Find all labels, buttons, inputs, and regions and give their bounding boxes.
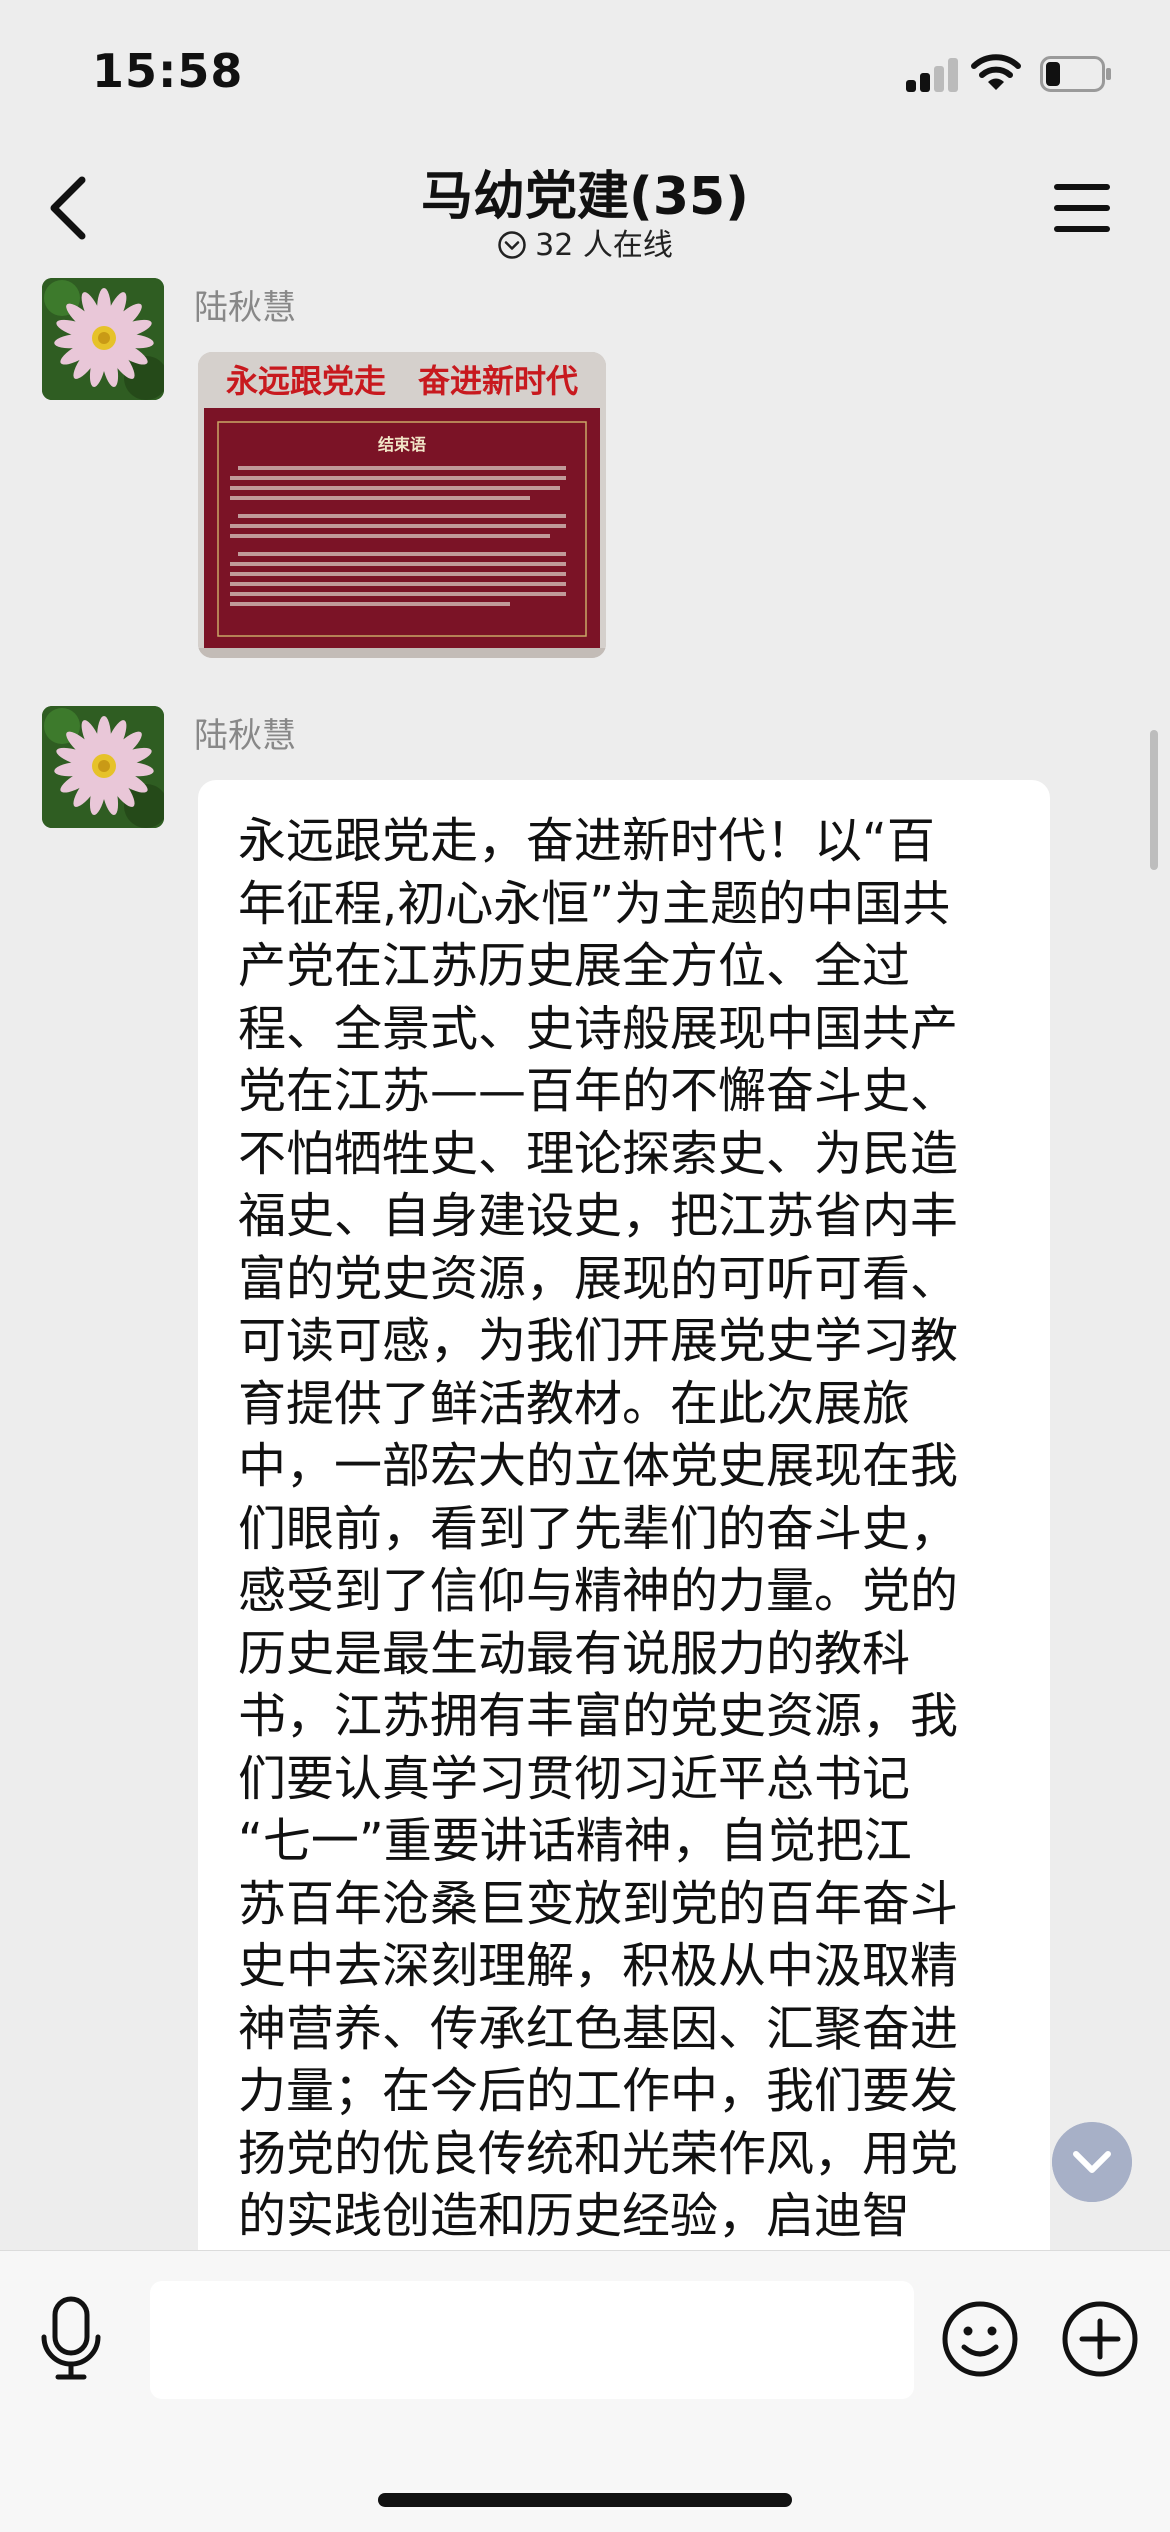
chat-title: 马幼党建(35) xyxy=(421,167,749,227)
message-line: 感受到了信仰与精神的力量。党的 xyxy=(238,1563,959,1619)
sender-avatar[interactable] xyxy=(42,706,164,828)
home-indicator xyxy=(378,2493,792,2507)
message-line: 年征程,初心永恒”为主题的中国共 xyxy=(238,875,951,932)
message-line: 们要认真学习贯彻习近平总书记 xyxy=(238,1750,911,1807)
chat-screen: 15:58 马幼党建(35) 32 人在线 陆秋慧 永远跟党走 奋进新时代 结束… xyxy=(0,0,1170,2532)
input-bar xyxy=(0,2250,1170,2532)
status-bar: 15:58 xyxy=(0,0,1170,140)
scroll-indicator[interactable] xyxy=(1150,730,1158,870)
message-line: 苏百年沧桑巨变放到党的百年奋斗 xyxy=(238,1875,959,1932)
status-time: 15:58 xyxy=(92,44,244,98)
message-line: 历史是最生动最有说服力的教科 xyxy=(238,1625,911,1682)
sender-avatar[interactable] xyxy=(42,278,164,400)
message-input[interactable] xyxy=(150,2281,914,2399)
message-line: 永远跟党走，奋进新时代！以“百 xyxy=(238,813,935,869)
image-heading-text: 结束语 xyxy=(377,435,426,454)
cellular-signal-icon xyxy=(906,58,958,92)
scroll-to-bottom-button[interactable] xyxy=(1052,2122,1132,2202)
message-line: 可读可感，为我们开展党史学习教 xyxy=(238,1313,959,1369)
message-line: 扬党的优良传统和光荣作风，用党 xyxy=(238,2125,959,2182)
message-line: 育提供了鲜活教材。在此次展旅 xyxy=(238,1375,911,1432)
battery-icon xyxy=(1040,56,1111,92)
sender-name: 陆秋慧 xyxy=(194,288,296,328)
daisy-avatar-image xyxy=(42,706,164,828)
plus-circle-icon[interactable] xyxy=(1060,2299,1140,2379)
message-line: 书，江苏拥有丰富的党史资源，我 xyxy=(238,1688,959,1744)
message-line: 神营养、传承红色基因、汇聚奋进 xyxy=(238,2000,959,2057)
message-line: 力量；在今后的工作中，我们要发 xyxy=(238,2063,959,2119)
chevron-down-circle-icon xyxy=(498,231,526,259)
message-line: 富的党史资源，展现的可听可看、 xyxy=(238,1250,959,1307)
message-line: 福史、自身建设史，把江苏省内丰 xyxy=(238,1188,959,1244)
smiley-icon[interactable] xyxy=(940,2299,1020,2379)
daisy-avatar-image xyxy=(42,278,164,400)
message-line: 产党在江苏历史展全方位、全过 xyxy=(238,938,911,994)
message-list[interactable]: 陆秋慧 永远跟党走 奋进新时代 结束语 陆秋慧 永远跟党走，奋进新时代！以“百 … xyxy=(0,270,1170,2250)
menu-button[interactable] xyxy=(1054,180,1110,236)
text-message-bubble[interactable]: 永远跟党走，奋进新时代！以“百 年征程,初心永恒”为主题的中国共 产党在江苏历史… xyxy=(198,780,1050,2250)
sender-name: 陆秋慧 xyxy=(194,716,296,756)
chat-header: 马幼党建(35) 32 人在线 xyxy=(0,140,1170,270)
message-line: 党在江苏——百年的不懈奋斗史、 xyxy=(238,1063,959,1119)
wifi-icon xyxy=(971,54,1021,90)
message-line: 不怕牺牲史、理论探索史、为民造 xyxy=(238,1125,959,1182)
exhibition-board-photo: 永远跟党走 奋进新时代 结束语 xyxy=(198,352,606,658)
image-banner-text: 永远跟党走 奋进新时代 xyxy=(226,362,578,400)
message-line: “七一”重要讲话精神，自觉把江 xyxy=(238,1813,912,1869)
microphone-icon[interactable] xyxy=(36,2293,106,2383)
message-line: 史中去深刻理解，积极从中汲取精 xyxy=(238,1938,959,1994)
message-line: 中，一部宏大的立体党史展现在我 xyxy=(238,1438,959,1494)
hamburger-menu-icon xyxy=(1054,184,1110,190)
online-count-row[interactable]: 32 人在线 xyxy=(0,220,1170,264)
online-count: 32 人在线 xyxy=(535,228,673,263)
message-line: 的实践创造和历史经验，启迪智 xyxy=(238,2188,911,2244)
message-line: 程、全景式、史诗般展现中国共产 xyxy=(238,1000,959,1057)
image-message[interactable]: 永远跟党走 奋进新时代 结束语 xyxy=(198,352,606,658)
message-line: 们眼前，看到了先辈们的奋斗史， xyxy=(238,1500,959,1557)
